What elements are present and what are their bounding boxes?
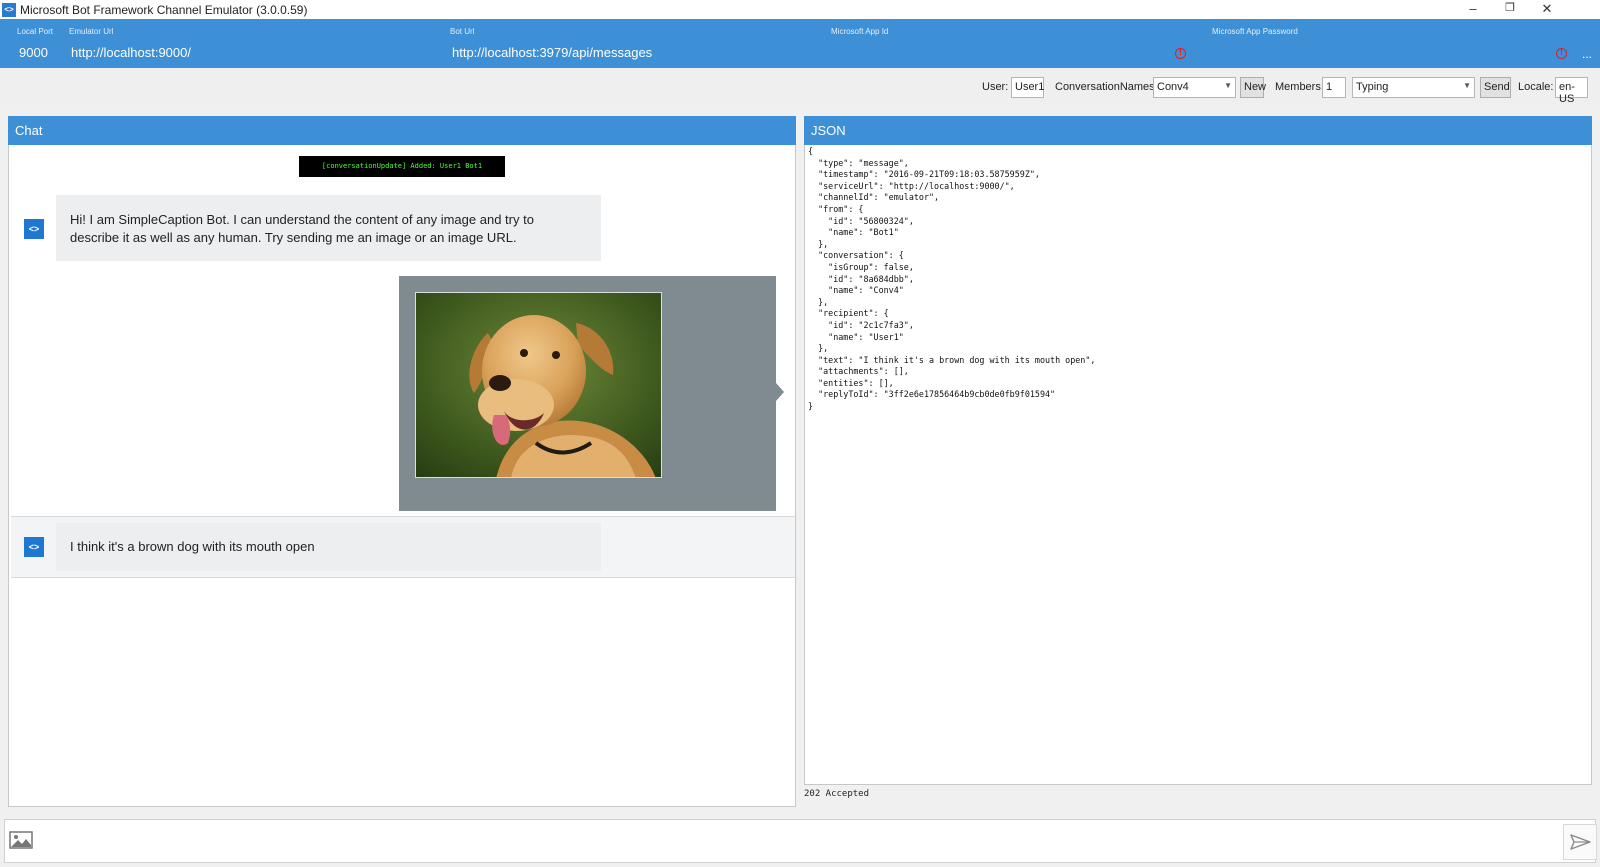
- app-password-label: Microsoft App Password: [1212, 27, 1298, 36]
- json-panel-title: JSON: [811, 123, 846, 138]
- image-message-pointer: [776, 383, 784, 401]
- app-logo-icon: <>: [2, 2, 16, 17]
- chat-panel: [conversationUpdate] Added: User1 Bot1 <…: [8, 145, 796, 807]
- window-title: Microsoft Bot Framework Channel Emulator…: [20, 2, 308, 17]
- emulator-url-label: Emulator Url: [69, 27, 114, 36]
- bot-message-line-1: Hi! I am SimpleCaption Bot. I can unders…: [70, 212, 534, 227]
- local-port-label: Local Port: [17, 27, 54, 36]
- upload-image-button[interactable]: [9, 830, 33, 850]
- locale-label: Locale:: [1518, 81, 1554, 93]
- activity-type-value: Typing: [1356, 81, 1389, 93]
- local-port-field[interactable]: 9000: [19, 45, 48, 60]
- bot-reply-bubble[interactable]: I think it's a brown dog with its mouth …: [56, 523, 601, 571]
- chat-panel-title: Chat: [15, 123, 43, 138]
- json-panel-header: JSON: [804, 116, 1592, 145]
- minimize-button[interactable]: –: [1454, 0, 1492, 19]
- app-password-alert-icon: !: [1556, 48, 1567, 59]
- more-settings-button[interactable]: ...: [1582, 47, 1592, 61]
- bot-reply-text: I think it's a brown dog with its mouth …: [70, 539, 315, 554]
- conversation-toolbar: User: User1 ConversationNames: Conv4 ▼ N…: [0, 68, 1600, 106]
- dog-photo-image[interactable]: [415, 292, 662, 478]
- bot-avatar-icon: <>: [24, 537, 44, 557]
- conversation-select[interactable]: Conv4 ▼: [1153, 77, 1236, 98]
- members-label: Members:: [1275, 81, 1324, 93]
- json-panel[interactable]: { "type": "message", "timestamp": "2016-…: [804, 145, 1592, 785]
- close-button[interactable]: ✕: [1528, 0, 1566, 19]
- chevron-down-icon: ▼: [1224, 81, 1232, 90]
- maximize-button[interactable]: ❐: [1491, 0, 1529, 19]
- chevron-down-icon: ▼: [1463, 81, 1471, 90]
- http-status-text: 202 Accepted: [804, 789, 870, 799]
- bot-url-label: Bot Url: [450, 27, 475, 36]
- bot-avatar-icon: <>: [24, 219, 44, 239]
- new-conversation-button[interactable]: New: [1240, 77, 1266, 98]
- json-content[interactable]: { "type": "message", "timestamp": "2016-…: [808, 146, 1095, 413]
- message-composer: [4, 819, 1597, 863]
- bot-message-bubble[interactable]: Hi! I am SimpleCaption Bot. I can unders…: [56, 195, 601, 261]
- selected-message-row[interactable]: <> I think it's a brown dog with its mou…: [11, 516, 795, 578]
- locale-input[interactable]: en-US: [1555, 77, 1588, 105]
- image-icon: [9, 831, 33, 849]
- title-bar: <> Microsoft Bot Framework Channel Emula…: [0, 0, 1600, 19]
- dog-photo-illustration: [416, 293, 661, 477]
- send-message-button[interactable]: [1563, 824, 1597, 860]
- app-id-label: Microsoft App Id: [831, 27, 889, 36]
- bot-url-field[interactable]: http://localhost:3979/api/messages: [452, 45, 652, 60]
- user-label: User:: [982, 81, 1009, 93]
- bot-message-line-2: describe it as well as any human. Try se…: [70, 230, 517, 245]
- conversation-names-label: ConversationNames:: [1055, 81, 1158, 93]
- conversation-select-value: Conv4: [1157, 81, 1189, 93]
- user-input[interactable]: User1: [1011, 77, 1044, 98]
- app-id-alert-icon: !: [1175, 48, 1186, 59]
- message-input[interactable]: [49, 826, 1549, 856]
- send-activity-button[interactable]: Send: [1480, 77, 1511, 98]
- emulator-url-field[interactable]: http://localhost:9000/: [71, 45, 191, 60]
- endpoint-config-bar: Local Port 9000 Emulator Url http://loca…: [0, 19, 1600, 68]
- user-image-message[interactable]: [399, 276, 784, 511]
- chat-panel-header: Chat: [8, 116, 796, 145]
- conversation-update-message[interactable]: [conversationUpdate] Added: User1 Bot1: [299, 156, 505, 177]
- activity-type-select[interactable]: Typing ▼: [1352, 77, 1475, 98]
- members-input[interactable]: 1: [1322, 77, 1346, 98]
- send-icon: [1570, 834, 1591, 850]
